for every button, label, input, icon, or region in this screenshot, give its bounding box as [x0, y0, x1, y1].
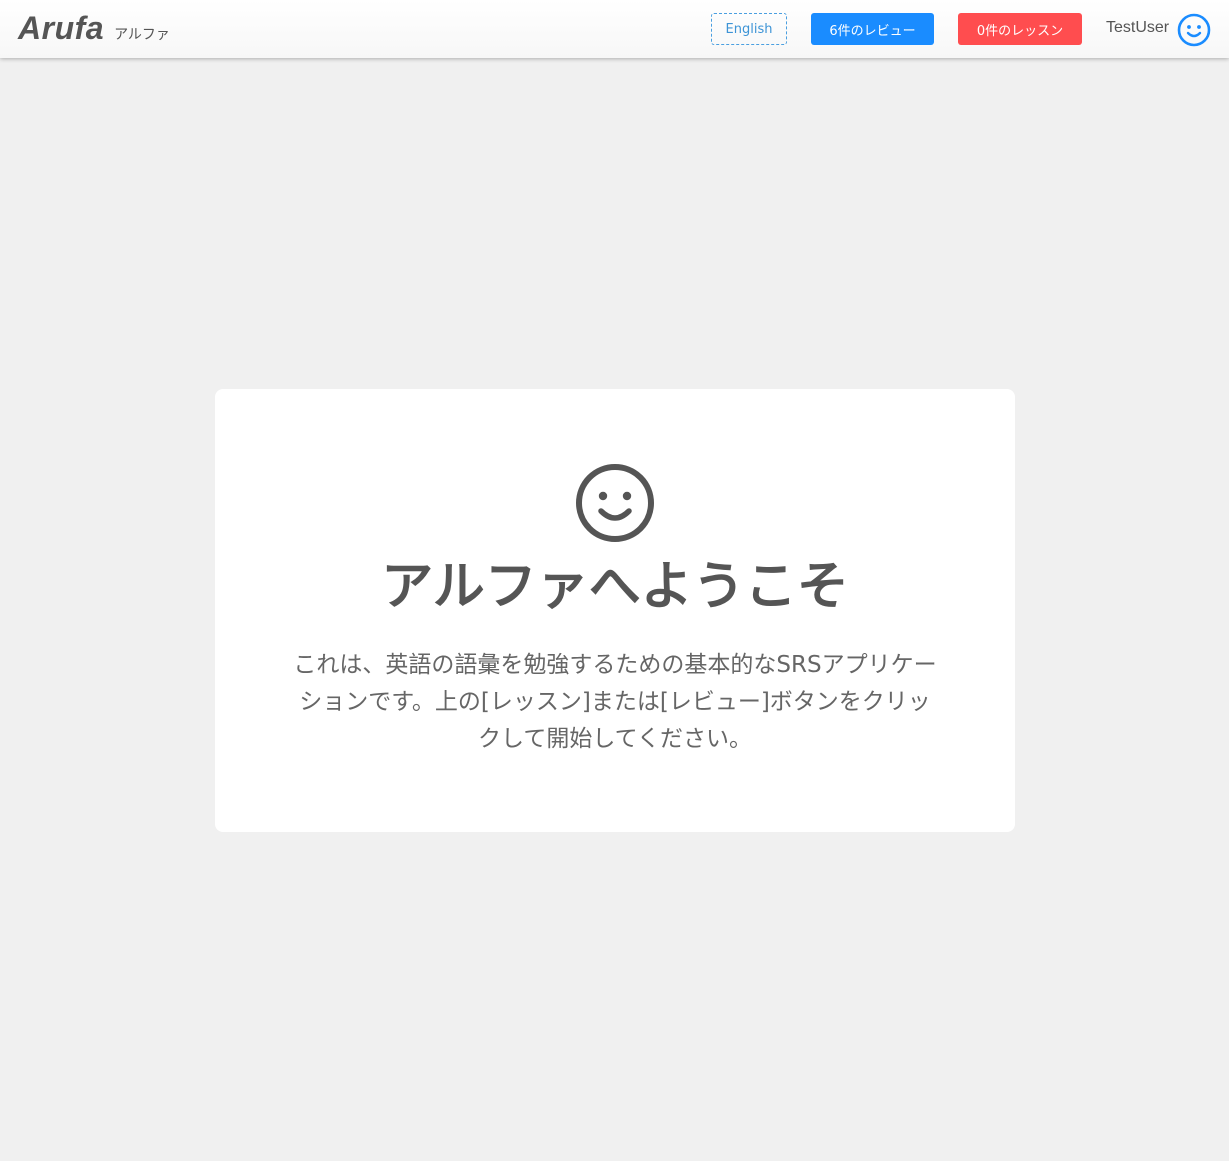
reviews-button[interactable]: 6件のレビュー [811, 13, 934, 45]
welcome-description: これは、英語の語彙を勉強するための基本的なSRSアプリケーションです。上の[レッ… [293, 652, 937, 752]
welcome-card: アルファへようこそ これは、英語の語彙を勉強するための基本的なSRSアプリケーシ… [215, 389, 1015, 832]
language-toggle-button[interactable]: English [711, 13, 787, 45]
lessons-button[interactable]: 0件のレッスン [958, 13, 1082, 45]
welcome-title: アルファへようこそ [381, 557, 849, 617]
user-name[interactable]: TestUser [1106, 19, 1169, 37]
brand-logo[interactable]: Arufa アルファ [18, 10, 170, 47]
smiley-icon [575, 463, 655, 543]
top-navbar: Arufa アルファ English 6件のレビュー 0件のレッスン TestU… [0, 0, 1229, 58]
brand-name[interactable]: Arufa [18, 10, 104, 47]
brand-subtitle: アルファ [114, 27, 170, 43]
smiley-icon[interactable] [1177, 13, 1211, 47]
